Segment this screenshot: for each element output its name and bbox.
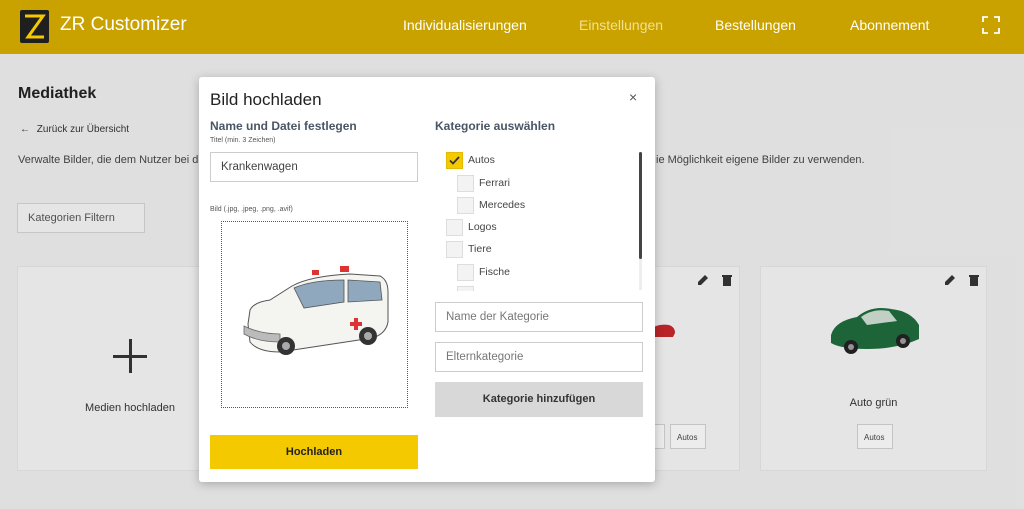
checkbox[interactable] (457, 264, 474, 281)
fullscreen-icon[interactable] (982, 16, 1000, 34)
parent-category-input[interactable]: Elternkategorie (435, 342, 643, 372)
name-file-heading: Name und Datei festlegen (210, 119, 357, 133)
file-hint: Bild (.jpg, .jpeg, .png, .avif) (210, 206, 293, 213)
upload-button[interactable]: Hochladen (210, 435, 418, 469)
category-label: Autos (468, 154, 495, 166)
top-bar: ZR Customizer Individualisierungen Einst… (0, 0, 1024, 54)
checkbox[interactable] (457, 286, 474, 291)
checkbox[interactable] (446, 241, 463, 258)
category-label: Logos (468, 221, 497, 233)
title-hint: Titel (min. 3 Zeichen) (210, 137, 276, 144)
modal-title: Bild hochladen (210, 90, 322, 109)
nav-abonnement[interactable]: Abonnement (850, 17, 929, 33)
category-label: Mercedes (479, 199, 526, 211)
checkbox[interactable] (446, 219, 463, 236)
choose-category-heading: Kategorie auswählen (435, 119, 556, 133)
checkbox-checked[interactable] (446, 152, 463, 169)
category-label: Fische (479, 266, 510, 278)
scrollbar-thumb[interactable] (639, 152, 642, 259)
category-label: Ferrari (479, 177, 510, 189)
checkbox[interactable] (457, 197, 474, 214)
nav-individualisierungen[interactable]: Individualisierungen (403, 17, 527, 33)
title-input[interactable]: Krankenwagen (210, 152, 418, 182)
image-dropzone[interactable] (221, 221, 408, 408)
ambulance-preview-image (243, 266, 389, 355)
category-label: Tiere (468, 243, 492, 255)
category-list: Autos Ferrari Mercedes Logos Tiere Fisch… (435, 149, 645, 291)
category-name-input[interactable]: Name der Kategorie (435, 302, 643, 332)
checkbox[interactable] (457, 175, 474, 192)
add-category-button[interactable]: Kategorie hinzufügen (435, 382, 643, 417)
nav-einstellungen[interactable]: Einstellungen (579, 17, 663, 33)
zr-logo-icon[interactable] (20, 10, 49, 43)
app-title: ZR Customizer (60, 14, 187, 35)
nav-bestellungen[interactable]: Bestellungen (715, 17, 796, 33)
category-scrollbar[interactable] (639, 152, 642, 290)
upload-image-modal: Bild hochladen × Name und Datei festlege… (199, 77, 655, 482)
close-icon[interactable]: × (629, 89, 637, 105)
